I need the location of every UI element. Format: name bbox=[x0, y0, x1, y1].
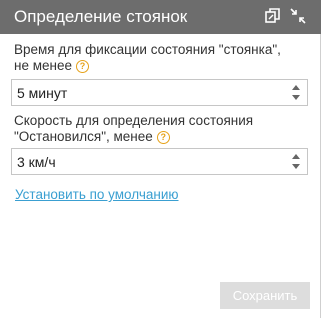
stop-speed-label: Скорость для определения состояния "Оста… bbox=[14, 113, 253, 145]
spin-up-icon[interactable] bbox=[292, 154, 300, 159]
parking-time-label: Время для фиксации состояния "стоянка", … bbox=[14, 42, 281, 74]
parking-time-label-line2: не менее? bbox=[14, 58, 281, 74]
save-button[interactable]: Сохранить bbox=[220, 282, 310, 309]
parking-time-field bbox=[11, 79, 308, 106]
shrink-icon[interactable] bbox=[289, 7, 307, 25]
copy-icon[interactable] bbox=[264, 7, 282, 25]
parking-time-label-line1: Время для фиксации состояния "стоянка", bbox=[14, 42, 281, 57]
question-circle-icon[interactable]: ? bbox=[75, 60, 89, 73]
stop-speed-label-text: "Остановился", менее bbox=[14, 129, 153, 144]
question-circle-icon[interactable]: ? bbox=[156, 131, 170, 144]
parking-time-stepper[interactable] bbox=[291, 84, 301, 102]
stop-speed-input[interactable] bbox=[12, 149, 287, 174]
parking-settings-panel: Определение стоянок Время для фиксации с… bbox=[0, 0, 321, 318]
reset-defaults-link[interactable]: Установить по умолчанию bbox=[15, 187, 179, 202]
stop-speed-label-line1: Скорость для определения состояния bbox=[14, 113, 254, 128]
parking-time-input[interactable] bbox=[12, 80, 287, 105]
spin-up-icon[interactable] bbox=[292, 85, 300, 90]
stop-speed-stepper[interactable] bbox=[291, 153, 301, 171]
spin-down-icon[interactable] bbox=[292, 95, 300, 100]
panel-title: Определение стоянок bbox=[14, 7, 188, 26]
stop-speed-label-line2: "Остановился", менее? bbox=[14, 129, 253, 145]
parking-time-label-text: не менее bbox=[14, 58, 72, 73]
panel-header: Определение стоянок bbox=[0, 0, 321, 34]
stop-speed-field bbox=[11, 148, 308, 175]
spin-down-icon[interactable] bbox=[292, 164, 300, 169]
